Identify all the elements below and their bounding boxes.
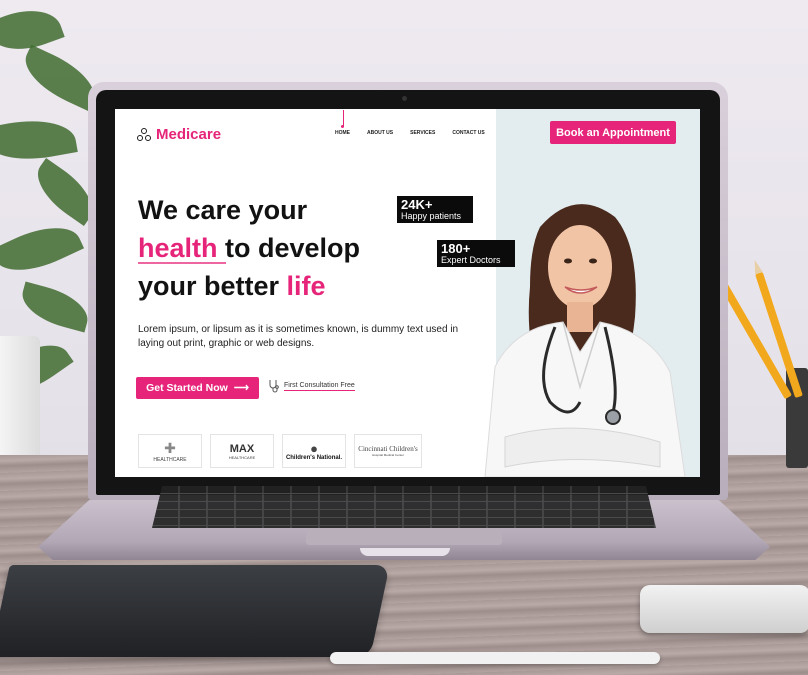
keyboard-rows xyxy=(152,486,656,528)
stethoscope-icon xyxy=(269,380,279,393)
partner-sub: Hospital Medical Center xyxy=(372,452,404,457)
nav-services[interactable]: SERVICES xyxy=(410,130,435,136)
main-nav: HOME ABOUT US SERVICES CONTACT US xyxy=(335,110,485,136)
headline-highlight-health: health xyxy=(138,233,218,263)
partner-name: Cincinnati Children's xyxy=(358,444,418,453)
tablet-device xyxy=(0,565,390,657)
hero-headline: We care your health to develop your bett… xyxy=(138,191,360,305)
brand-name: Medicare xyxy=(156,126,222,143)
nav-about-us[interactable]: ABOUT US xyxy=(367,130,393,136)
brand-logo[interactable]: Medicare xyxy=(137,126,221,143)
partner-name: Children's National. xyxy=(285,454,343,461)
laptop-front-notch xyxy=(360,548,450,556)
stylus-pen xyxy=(330,652,660,664)
website-screen: Medicare HOME ABOUT US SERVICES CONTACT … xyxy=(115,109,700,477)
book-appointment-button[interactable]: Book an Appointment xyxy=(550,121,676,144)
arrow-right-icon: ⟶ xyxy=(233,382,249,394)
nav-contact-us[interactable]: CONTACT US xyxy=(452,130,484,136)
headline-underline xyxy=(138,262,226,264)
smartphone xyxy=(640,585,808,633)
healthcare-cross-icon: ✚ xyxy=(164,439,176,456)
partner-sub: HEALTHCARE xyxy=(228,454,256,460)
headline-line-1: We care your xyxy=(138,195,308,225)
headline-highlight-life: life xyxy=(286,271,326,301)
partner-name: MAX xyxy=(229,442,255,455)
partner-logo-healthcare: ✚ HEALTHCARE xyxy=(138,434,202,468)
webcam xyxy=(402,96,407,101)
bear-icon: ● xyxy=(310,440,318,456)
headline-line-3-text: your better xyxy=(138,271,287,301)
partner-logos: ✚ HEALTHCARE MAX HEALTHCARE ● Children's… xyxy=(138,434,422,468)
white-cup xyxy=(0,336,40,466)
doctor-photo xyxy=(484,204,686,477)
trackpad xyxy=(306,529,502,545)
medicare-logo-icon xyxy=(137,127,151,142)
headline-line-3: your better life xyxy=(138,267,360,305)
partner-logo-cincinnati-childrens: Cincinnati Children's Hospital Medical C… xyxy=(354,434,422,468)
partner-logo-max: MAX HEALTHCARE xyxy=(210,434,274,468)
partner-logo-childrens-national: ● Children's National. xyxy=(282,434,346,468)
nav-home[interactable]: HOME xyxy=(335,110,350,136)
get-started-label: Get Started Now xyxy=(146,382,228,394)
hero-description: Lorem ipsum, or lipsum as it is sometime… xyxy=(138,324,459,349)
headline-line-2-rest: to develop xyxy=(217,233,361,263)
get-started-button[interactable]: Get Started Now ⟶ xyxy=(136,377,259,399)
partner-name: HEALTHCARE xyxy=(153,456,187,463)
first-consultation-text: First Consultation Free xyxy=(284,381,355,391)
first-consultation-link[interactable]: First Consultation Free xyxy=(268,379,355,393)
